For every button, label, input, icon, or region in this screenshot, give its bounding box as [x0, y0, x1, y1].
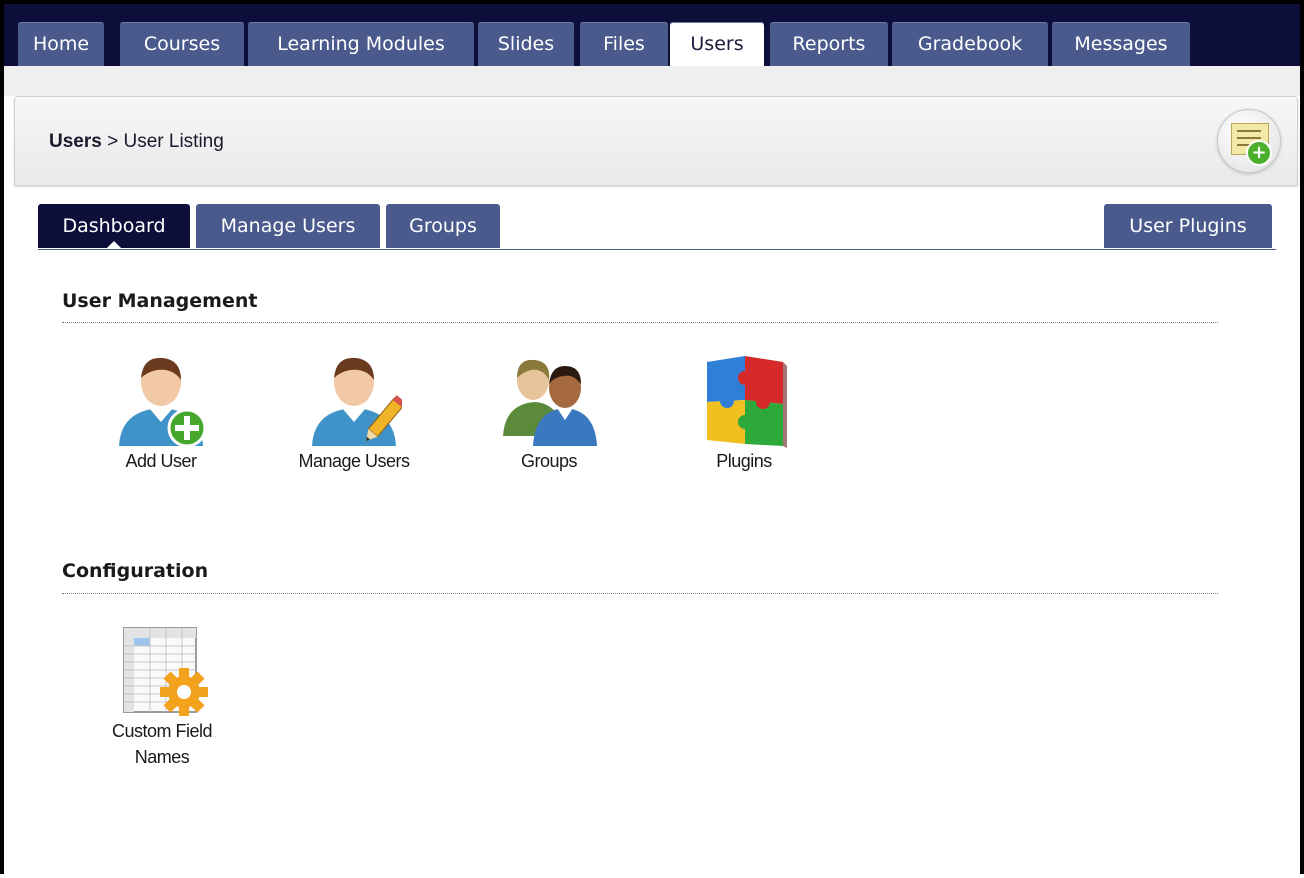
subtab-manage-users[interactable]: Manage Users	[196, 204, 380, 248]
subtab-dashboard[interactable]: Dashboard	[38, 204, 190, 248]
add-user-label: Add User	[125, 451, 197, 471]
subtab-user-plugins[interactable]: User Plugins	[1104, 204, 1272, 248]
breadcrumb-root[interactable]: Users	[49, 131, 102, 152]
plugins-label: Plugins	[716, 451, 772, 471]
nav-tab-users[interactable]: Users	[670, 22, 764, 68]
top-navigation: Home Courses Learning Modules Slides Fil…	[4, 4, 1300, 68]
section-divider	[62, 593, 1218, 594]
nav-tab-learning-modules[interactable]: Learning Modules	[248, 22, 474, 66]
groups-tile[interactable]: Groups	[486, 352, 612, 474]
sub-tab-bar: Dashboard Manage Users Groups User Plugi…	[38, 204, 1276, 250]
nav-tab-home[interactable]: Home	[18, 22, 104, 66]
section-title-configuration: Configuration	[62, 560, 209, 582]
nav-tab-files[interactable]: Files	[580, 22, 668, 66]
custom-field-names-label-line2: Names	[134, 747, 190, 767]
breadcrumb-current: User Listing	[123, 131, 224, 152]
table-gear-icon	[116, 624, 208, 718]
groups-label: Groups	[520, 451, 578, 471]
nav-tab-slides[interactable]: Slides	[478, 22, 574, 66]
nav-tab-courses[interactable]: Courses	[120, 22, 244, 66]
nav-underbar	[4, 66, 1300, 96]
manage-users-tile[interactable]: Manage Users	[284, 352, 424, 474]
nav-tab-reports[interactable]: Reports	[770, 22, 888, 66]
nav-tab-messages[interactable]: Messages	[1052, 22, 1190, 66]
puzzle-plugins-icon	[699, 352, 789, 448]
page-header: Users > User Listing +	[14, 96, 1298, 186]
sticky-note-add-icon[interactable]: +	[1217, 109, 1281, 173]
custom-field-names-label-line1: Custom Field	[111, 721, 213, 741]
section-divider	[62, 322, 1218, 323]
manage-users-label: Manage Users	[298, 451, 410, 471]
breadcrumb-separator: >	[101, 131, 124, 152]
add-user-tile[interactable]: Add User	[96, 352, 226, 474]
custom-field-names-tile[interactable]: Custom Field Names	[90, 624, 234, 770]
add-user-icon	[113, 352, 209, 448]
breadcrumb: Users > User Listing	[49, 131, 224, 153]
subtab-groups[interactable]: Groups	[386, 204, 500, 248]
nav-tab-gradebook[interactable]: Gradebook	[892, 22, 1048, 66]
section-title-user-management: User Management	[62, 290, 258, 312]
edit-user-icon	[306, 352, 406, 448]
custom-field-names-label: Custom Field Names	[90, 718, 234, 770]
groups-icon	[499, 352, 599, 448]
plugins-tile[interactable]: Plugins	[684, 352, 804, 474]
